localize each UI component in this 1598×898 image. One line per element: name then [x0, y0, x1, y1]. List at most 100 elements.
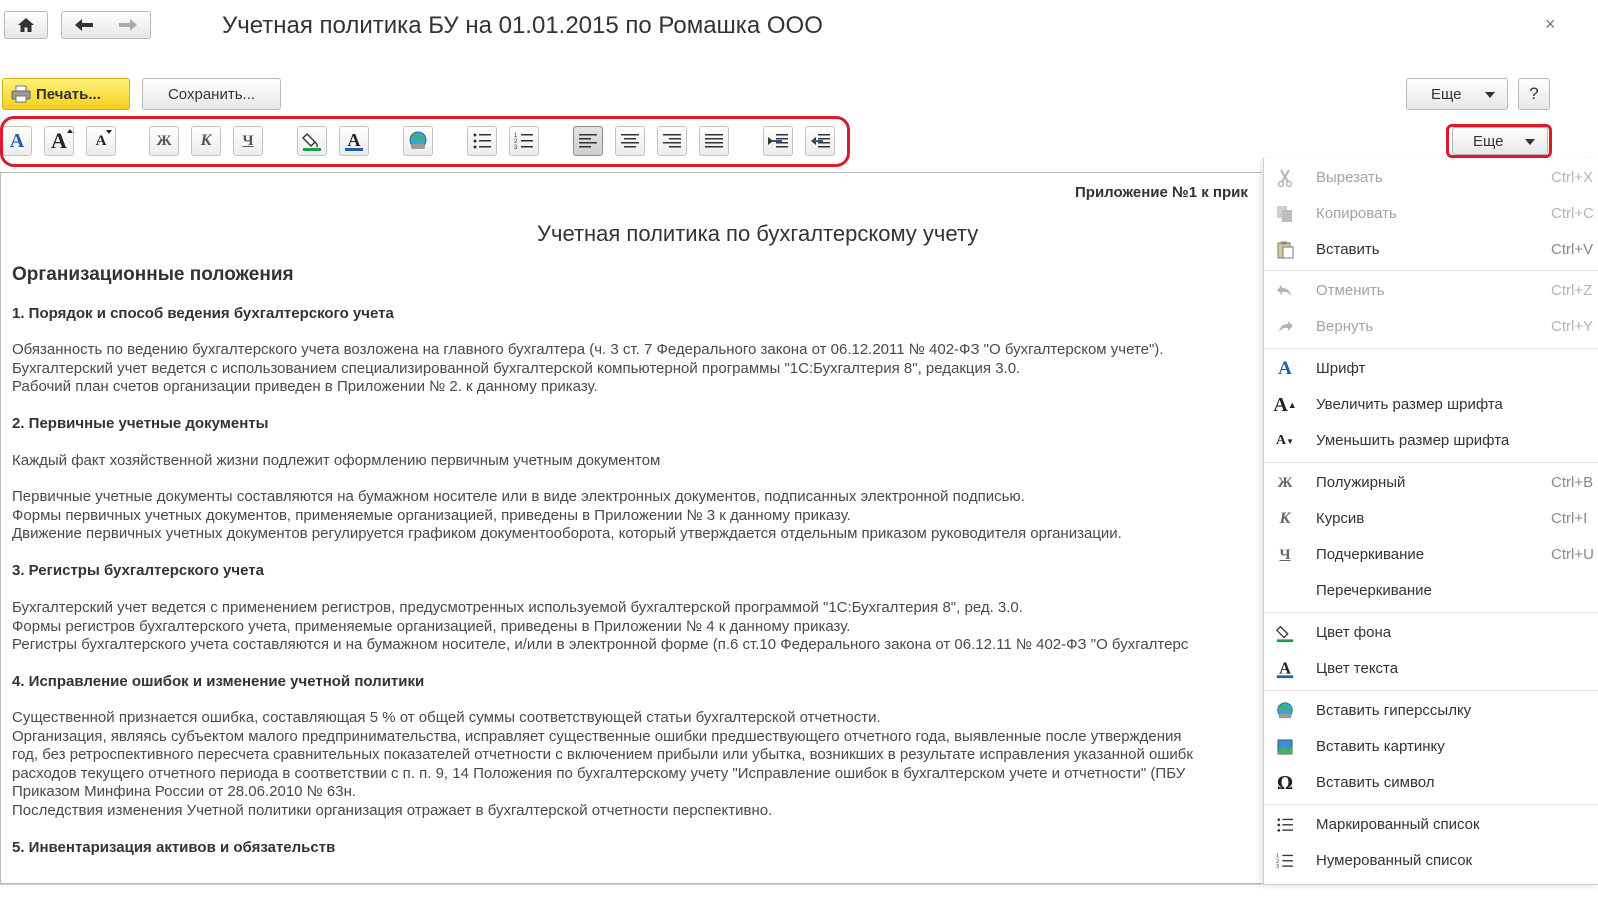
copy-icon	[1274, 204, 1296, 224]
menu-item-shortcut: Ctrl+I	[1551, 510, 1588, 527]
bold-icon: Ж	[1277, 474, 1293, 491]
underline-icon: Ч	[1279, 546, 1291, 563]
toolbar-highlight	[0, 116, 850, 167]
menu-item-label: Цвет фона	[1316, 624, 1392, 641]
document-appendix: Приложение №1 к прик	[1075, 184, 1248, 201]
document-line: Последствия изменения Учетной политики о…	[12, 802, 773, 819]
menu-item-label: Полужирный	[1316, 474, 1406, 491]
document-line: Бухгалтерский учет ведется с использован…	[12, 360, 1021, 377]
document-line: год, без ретроспективного пересчета срав…	[12, 746, 1193, 763]
menu-item-redo[interactable]: Вернуть Ctrl+Y	[1264, 309, 1598, 343]
document-line: Организация, являясь субъектом малого пр…	[12, 728, 1182, 745]
menu-item-label: Вставить символ	[1316, 774, 1435, 791]
menu-item-underline[interactable]: Ч Подчеркивание Ctrl+U	[1264, 537, 1598, 571]
help-button[interactable]: ?	[1518, 78, 1550, 110]
menu-item-label: Маркированный список	[1316, 816, 1480, 833]
menu-item-copy[interactable]: Копировать Ctrl+C	[1264, 196, 1598, 230]
menu-item-label: Вставить	[1316, 241, 1380, 258]
menu-separator	[1264, 270, 1598, 271]
document-line: 3. Регистры бухгалтерского учета	[12, 562, 264, 579]
menu-item-label: Цвет текста	[1316, 660, 1399, 677]
menu-item-italic[interactable]: К Курсив Ctrl+I	[1264, 501, 1598, 535]
nav-history	[61, 11, 151, 39]
document-line: Формы первичных учетных документов, прим…	[12, 507, 851, 524]
more-button-label: Еще	[1431, 85, 1462, 103]
menu-item-paste[interactable]: Вставить Ctrl+V	[1264, 232, 1598, 266]
numbered-list-icon: 123	[1274, 851, 1296, 871]
save-button[interactable]: Сохранить...	[142, 78, 281, 110]
menu-item-symbol[interactable]: Ω Вставить символ	[1264, 765, 1598, 799]
arrow-left-icon	[75, 19, 93, 31]
menu-item-text-color[interactable]: A Цвет текста	[1264, 651, 1598, 685]
menu-item-shortcut: Ctrl+X	[1551, 169, 1594, 186]
document-line: Бухгалтерский учет ведется с применением…	[12, 599, 1023, 616]
menu-item-label: Перечеркивание	[1316, 582, 1432, 599]
menu-item-hyperlink[interactable]: Вставить гиперссылку	[1264, 693, 1598, 727]
menu-item-background-color[interactable]: Цвет фона	[1264, 615, 1598, 649]
menu-item-numbered-list[interactable]: 123 Нумерованный список	[1264, 843, 1598, 877]
document-editor[interactable]: Приложение №1 к прик Учетная политика по…	[0, 172, 1262, 884]
redo-icon	[1274, 317, 1296, 337]
document-line: Приказом Минфина России от 28.06.2010 № …	[12, 783, 357, 800]
menu-item-bulleted-list[interactable]: Маркированный список	[1264, 807, 1598, 841]
menu-item-cut[interactable]: Вырезать Ctrl+X	[1264, 160, 1598, 194]
omega-icon: Ω	[1276, 772, 1294, 794]
back-button[interactable]	[74, 18, 94, 32]
hyperlink-icon	[1274, 701, 1296, 721]
menu-separator	[1264, 612, 1598, 613]
svg-text:3: 3	[1276, 864, 1279, 869]
document-title: Учетная политика по бухгалтерскому учету	[537, 221, 979, 246]
document-line: 5. Инвентаризация активов и обязательств	[12, 839, 336, 856]
paste-icon	[1274, 240, 1296, 260]
save-button-label: Сохранить...	[167, 85, 256, 103]
image-icon	[1274, 737, 1296, 757]
home-button[interactable]	[4, 11, 48, 39]
menu-item-label: Вырезать	[1316, 169, 1383, 186]
document-line: Регистры бухгалтерского учета составляют…	[12, 636, 1189, 653]
menu-item-font[interactable]: A Шрифт	[1264, 351, 1598, 385]
document-line: 2. Первичные учетные документы	[12, 415, 269, 432]
document-line: Формы регистров бухгалтерского учета, пр…	[12, 618, 851, 635]
close-icon[interactable]: ×	[1545, 14, 1556, 35]
menu-item-label: Шрифт	[1316, 360, 1366, 377]
menu-separator	[1264, 348, 1598, 349]
document-line: расходов текущего отчетного периода в со…	[12, 765, 1186, 782]
text-color-icon: A	[1274, 659, 1296, 679]
document-line: Обязанность по ведению бухгалтерского уч…	[12, 341, 1164, 358]
forward-button[interactable]	[118, 18, 138, 32]
home-icon	[18, 18, 34, 32]
print-button[interactable]: Печать...	[2, 78, 130, 110]
menu-item-undo[interactable]: Отменить Ctrl+Z	[1264, 273, 1598, 307]
italic-icon: К	[1279, 510, 1291, 527]
menu-item-font-increase[interactable]: A ▲ Увеличить размер шрифта	[1264, 387, 1598, 421]
menu-item-font-decrease[interactable]: A ▼ Уменьшить размер шрифта	[1264, 423, 1598, 457]
help-button-label: ?	[1529, 84, 1539, 103]
document-line: Движение первичных учетных документов ре…	[12, 525, 1122, 542]
menu-item-label: Копировать	[1316, 205, 1397, 222]
menu-item-shortcut: Ctrl+B	[1551, 474, 1594, 491]
context-menu: Вырезать Ctrl+X Копировать Ctrl+C Встави…	[1263, 158, 1598, 884]
chevron-down-icon	[1485, 92, 1495, 98]
menu-item-label: Отменить	[1316, 282, 1385, 299]
document-line: Каждый факт хозяйственной жизни подлежит…	[12, 452, 661, 469]
font-increase-icon: A ▲	[1273, 393, 1297, 416]
menu-item-label: Вернуть	[1316, 318, 1374, 335]
menu-item-strikethrough[interactable]: Перечеркивание	[1264, 573, 1598, 607]
more-button[interactable]: Еще	[1406, 78, 1508, 110]
svg-text:A: A	[1279, 659, 1291, 678]
menu-item-label: Вставить картинку	[1316, 738, 1445, 755]
menu-item-bold[interactable]: Ж Полужирный Ctrl+B	[1264, 465, 1598, 499]
document-line: 4. Исправление ошибок и изменение учетно…	[12, 673, 425, 690]
background-color-icon	[1274, 623, 1296, 643]
menu-item-image[interactable]: Вставить картинку	[1264, 729, 1598, 763]
menu-item-shortcut: Ctrl+V	[1551, 241, 1594, 258]
document-line: Первичные учетные документы составляются…	[12, 488, 1025, 505]
menu-item-label: Увеличить размер шрифта	[1316, 396, 1503, 413]
strikethrough-icon	[1274, 581, 1296, 601]
undo-icon	[1274, 281, 1296, 301]
menu-item-label: Нумерованный список	[1316, 852, 1473, 869]
menu-item-label: Уменьшить размер шрифта	[1316, 432, 1510, 449]
document-section-title: Организационные положения	[12, 264, 294, 285]
font-icon: A	[1278, 358, 1292, 379]
document-line: 1. Порядок и способ ведения бухгалтерско…	[12, 305, 394, 322]
